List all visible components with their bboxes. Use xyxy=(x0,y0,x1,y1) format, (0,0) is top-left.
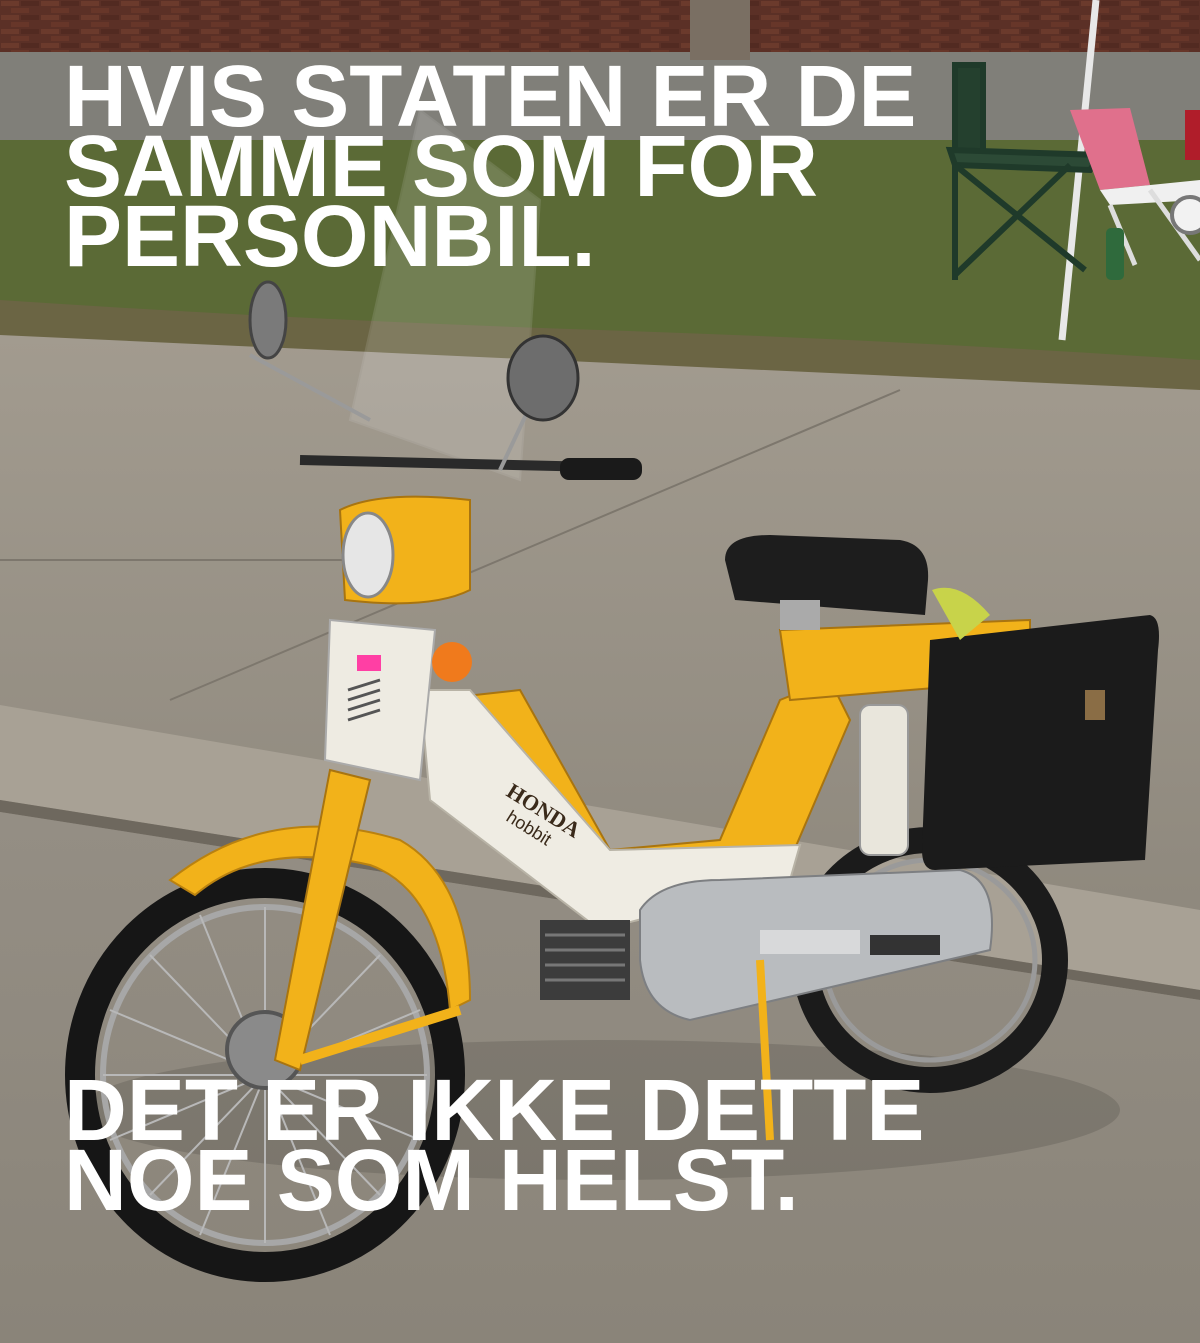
saddlebag xyxy=(922,615,1159,870)
brick-wall xyxy=(0,0,1200,52)
top-caption: HVIS STATEN ER DE SAMME SOM FOR PERSONBI… xyxy=(64,48,917,285)
bottom-caption: DET ER IKKE DETTE NOE SOM HELST. xyxy=(64,1062,925,1229)
meme-image: HONDA hobbit HVIS STATEN ER DE SAMME SOM… xyxy=(0,0,1200,1343)
